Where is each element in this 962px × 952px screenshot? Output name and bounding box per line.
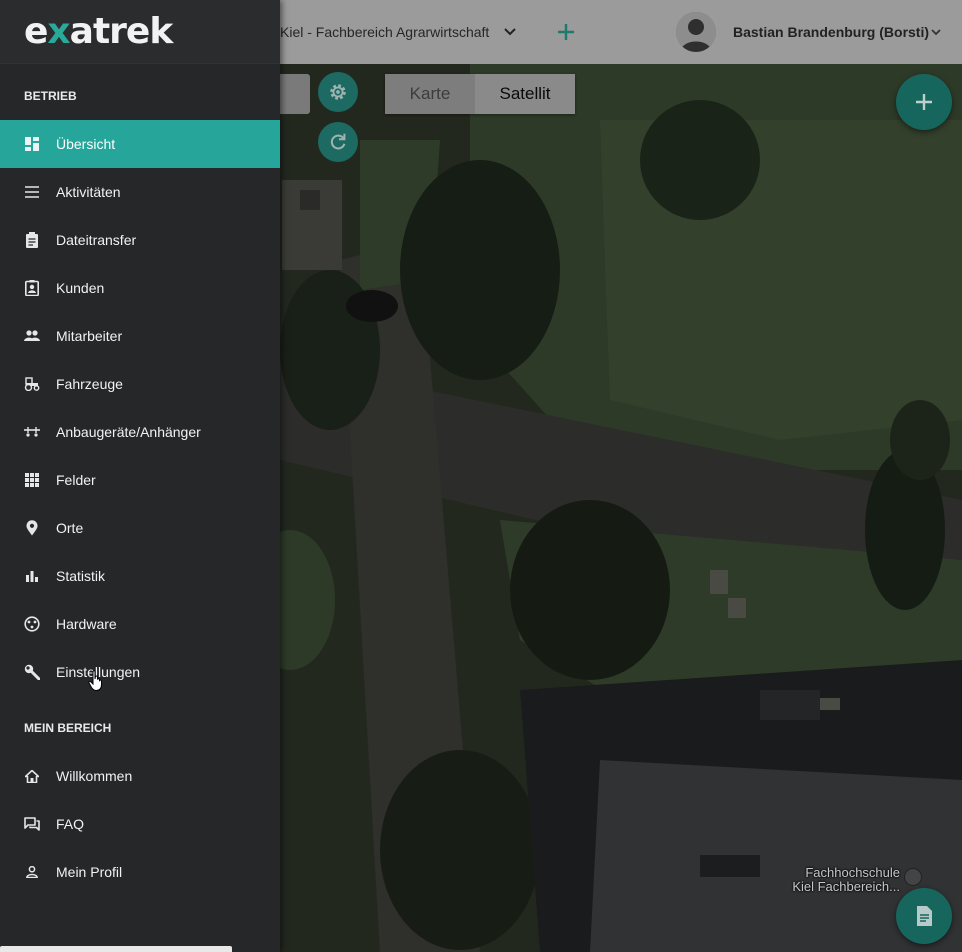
map-type-karte[interactable]: Karte [385,74,475,114]
grid-icon [24,472,40,488]
document-icon [917,906,932,926]
section-heading-mein-bereich: MEIN BEREICH [24,721,112,735]
plus-icon [916,94,932,110]
home-icon [24,768,40,784]
logo-suffix: atrek [69,11,174,52]
sidebar-item-willkommen[interactable]: Willkommen [0,752,280,800]
bar-chart-icon [24,568,40,584]
logo-bar: exatrek [0,0,280,64]
avatar[interactable] [676,12,716,52]
clipboard-icon [24,232,40,248]
logo-accent: x [47,11,70,52]
sidebar-item-einstellungen[interactable]: Einstellungen [0,648,280,696]
person-silhouette-icon [676,12,716,52]
sidebar-item-faq[interactable]: FAQ [0,800,280,848]
list-icon [24,184,40,200]
sidebar-item-dateitransfer[interactable]: Dateitransfer [0,216,280,264]
sidebar-item-label: Statistik [56,568,106,584]
sidebar-item-kunden[interactable]: Kunden [0,264,280,312]
sidebar-item-label: Fahrzeuge [56,376,123,392]
graduation-cap-icon [904,868,922,886]
implement-icon [24,424,40,440]
hand-cursor-icon [88,670,104,697]
map-settings-button[interactable] [318,72,358,112]
sidebar-item-label: Mein Profil [56,864,123,880]
wrench-icon [24,664,40,680]
chevron-down-icon[interactable] [928,24,944,40]
sidebar-item-label: Übersicht [56,136,116,152]
map-search-input[interactable] [280,74,310,114]
sidebar-item-orte[interactable]: Orte [0,504,280,552]
farm-name[interactable]: Kiel - Fachbereich Agrarwirtschaft [280,0,489,64]
tractor-icon [24,376,40,392]
map-refresh-button[interactable] [318,122,358,162]
sidebar-item-aktivitaeten[interactable]: Aktivitäten [0,168,280,216]
bottom-scroll-strip [0,946,232,952]
sidebar-item-label: FAQ [56,816,85,832]
sidebar-item-label: Felder [56,472,96,488]
user-name[interactable]: Bastian Brandenburg (Borsti) [733,0,929,64]
sidebar-item-label: Aktivitäten [56,184,121,200]
sidebar-item-anbaugeraete[interactable]: Anbaugeräte/Anhänger [0,408,280,456]
logo-prefix: e [24,11,48,52]
exatrek-logo[interactable]: exatrek [24,11,174,52]
poi-line-1: Fachhochschule [805,865,900,880]
sidebar-item-label: Willkommen [56,768,133,784]
chip-icon [24,616,40,632]
map-pin-icon [24,520,40,536]
sidebar-item-fahrzeuge[interactable]: Fahrzeuge [0,360,280,408]
contact-badge-icon [24,280,40,296]
gear-icon [330,84,346,100]
add-fab-button[interactable] [896,74,952,130]
sidebar-item-label: Mitarbeiter [56,328,123,344]
people-icon [24,328,40,344]
map-poi-label[interactable]: Fachhochschule Kiel Fachbereich... [780,866,900,894]
dashboard-icon [24,136,40,152]
sidebar-item-label: Dateitransfer [56,232,137,248]
map-type-toggle: Karte Satellit [385,74,575,114]
sidebar-item-mein-profil[interactable]: Mein Profil [0,848,280,896]
sidebar-item-label: Anbaugeräte/Anhänger [56,424,201,440]
poi-line-2: Kiel Fachbereich... [792,879,900,894]
navigation-drawer: exatrek BETRIEB Übersicht Aktivitäten Da… [0,0,280,952]
sidebar-item-uebersicht[interactable]: Übersicht [0,120,280,168]
section-heading-betrieb: BETRIEB [24,89,77,103]
map-type-satellit[interactable]: Satellit [475,74,575,114]
chevron-down-icon[interactable] [500,22,520,42]
person-icon [24,864,40,880]
plus-icon [558,24,574,40]
sidebar-item-felder[interactable]: Felder [0,456,280,504]
sidebar-item-mitarbeiter[interactable]: Mitarbeiter [0,312,280,360]
document-fab-button[interactable] [896,888,952,944]
sidebar-item-label: Hardware [56,616,117,632]
sidebar-item-label: Orte [56,520,84,536]
sidebar-item-hardware[interactable]: Hardware [0,600,280,648]
sidebar-item-statistik[interactable]: Statistik [0,552,280,600]
add-farm-button[interactable] [552,16,580,48]
forum-icon [24,816,40,832]
sidebar-item-label: Kunden [56,280,105,296]
refresh-icon [330,133,346,150]
